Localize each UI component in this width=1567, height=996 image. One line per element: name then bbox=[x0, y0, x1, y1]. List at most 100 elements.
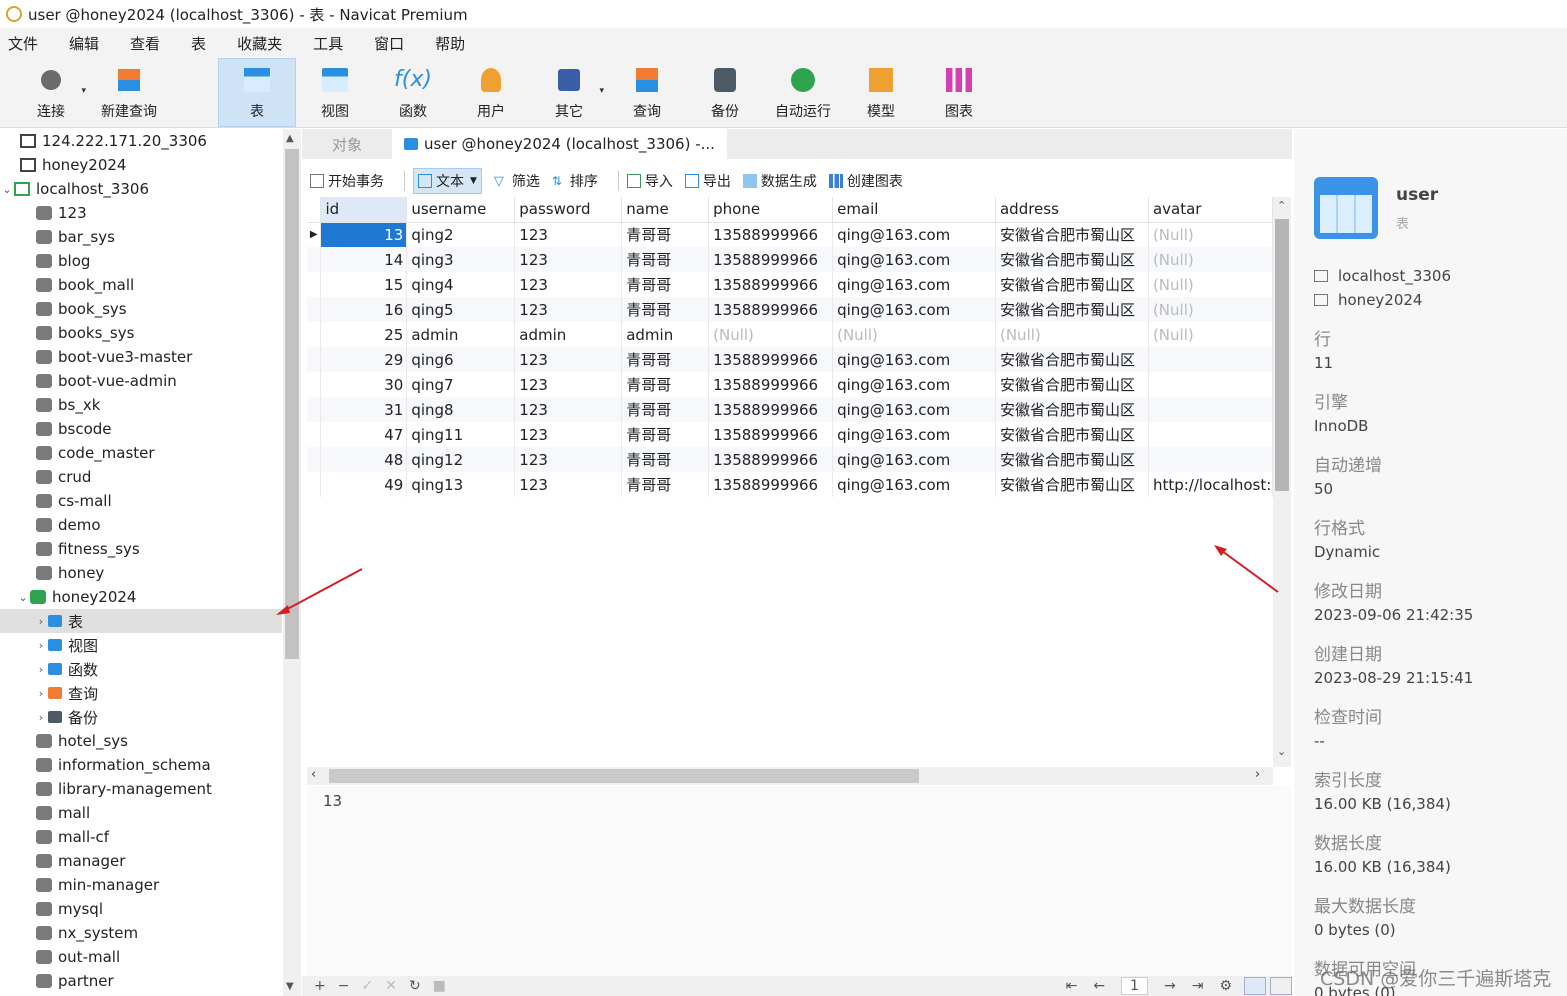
cell-phone[interactable]: 13588999966 bbox=[708, 472, 834, 497]
apply-changes-icon[interactable]: ✓ bbox=[361, 978, 373, 994]
nav-database[interactable]: honey bbox=[0, 561, 282, 585]
nav-database[interactable]: information_schema bbox=[0, 753, 282, 777]
cell-id[interactable]: 25 bbox=[320, 322, 408, 347]
cell-password[interactable]: 123 bbox=[514, 422, 623, 447]
nav-database[interactable]: library-management bbox=[0, 777, 282, 801]
cell-name[interactable]: 青哥哥 bbox=[621, 447, 710, 472]
cell-username[interactable]: qing2 bbox=[406, 222, 516, 247]
column-header-password[interactable]: password bbox=[514, 197, 623, 223]
nav-connection[interactable]: 124.222.171.20_3306 bbox=[0, 129, 282, 153]
nav-connection[interactable]: ⌄ localhost_3306 bbox=[0, 177, 282, 201]
cell-phone[interactable]: 13588999966 bbox=[708, 297, 834, 322]
cell-phone[interactable]: 13588999966 bbox=[708, 222, 834, 247]
nav-database[interactable]: book_sys bbox=[0, 297, 282, 321]
column-header-email[interactable]: email bbox=[832, 197, 996, 223]
cell-password[interactable]: 123 bbox=[514, 372, 623, 397]
sort-button[interactable]: ⇅ 排序 bbox=[552, 171, 598, 191]
nav-database[interactable]: fitness_sys bbox=[0, 537, 282, 561]
next-page-icon[interactable]: → bbox=[1164, 978, 1176, 994]
form-view-icon[interactable] bbox=[1270, 977, 1292, 995]
cell-phone[interactable]: 13588999966 bbox=[708, 447, 834, 472]
cell-email[interactable]: qing@163.com bbox=[832, 347, 996, 372]
cell-username[interactable]: qing8 bbox=[406, 397, 516, 422]
cell-email[interactable]: qing@163.com bbox=[832, 247, 996, 272]
page-number-input[interactable]: 1 bbox=[1121, 977, 1148, 995]
cell-avatar[interactable]: (Null) bbox=[1148, 247, 1273, 272]
column-header-avatar[interactable]: avatar bbox=[1148, 197, 1273, 223]
cell-username[interactable]: qing13 bbox=[406, 472, 516, 497]
cell-password[interactable]: 123 bbox=[514, 297, 623, 322]
cell-id[interactable]: 30 bbox=[320, 372, 408, 397]
cell-name[interactable]: 青哥哥 bbox=[621, 347, 710, 372]
cell-phone[interactable]: 13588999966 bbox=[708, 397, 834, 422]
table-row[interactable]: 47 qing11 123 青哥哥 13588999966 qing@163.com 安徽省… bbox=[307, 422, 1273, 447]
chevron-down-icon[interactable]: ▼ bbox=[470, 176, 477, 186]
column-header-username[interactable]: username bbox=[406, 197, 516, 223]
cell-password[interactable]: 123 bbox=[514, 272, 623, 297]
cell-address[interactable]: 安徽省合肥市蜀山区 bbox=[995, 372, 1149, 397]
cell-value-preview[interactable]: 13 bbox=[307, 786, 1291, 976]
table-row[interactable]: 29 qing6 123 青哥哥 13588999966 qing@163.com 安徽省合… bbox=[307, 347, 1273, 372]
cell-name[interactable]: 青哥哥 bbox=[621, 372, 710, 397]
chevron-down-icon[interactable]: ⌄ bbox=[0, 183, 14, 196]
cell-avatar[interactable]: http://localhost: bbox=[1148, 472, 1273, 497]
text-view-button[interactable]: 文本 ▼ bbox=[413, 168, 482, 194]
cell-name[interactable]: admin bbox=[621, 322, 710, 347]
nav-object-group[interactable]: › 函数 bbox=[0, 657, 282, 681]
table-row[interactable]: 14 qing3 123 青哥哥 13588999966 qing@163.com 安徽省合… bbox=[307, 247, 1273, 272]
nav-database[interactable]: bscode bbox=[0, 417, 282, 441]
cell-email[interactable]: qing@163.com bbox=[832, 272, 996, 297]
cell-password[interactable]: 123 bbox=[514, 447, 623, 472]
cell-password[interactable]: 123 bbox=[514, 222, 623, 247]
create-chart-button[interactable]: 创建图表 bbox=[828, 171, 903, 191]
cell-email[interactable]: qing@163.com bbox=[832, 397, 996, 422]
import-button[interactable]: 导入 bbox=[626, 171, 673, 191]
cell-name[interactable]: 青哥哥 bbox=[621, 397, 710, 422]
cell-email[interactable]: qing@163.com bbox=[832, 222, 996, 247]
stop-icon[interactable]: ■ bbox=[433, 978, 446, 994]
cell-email[interactable]: qing@163.com bbox=[832, 422, 996, 447]
nav-database[interactable]: boot-vue-admin bbox=[0, 369, 282, 393]
cell-address[interactable]: 安徽省合肥市蜀山区 bbox=[995, 222, 1149, 247]
nav-database[interactable]: crud bbox=[0, 465, 282, 489]
column-header-address[interactable]: address bbox=[995, 197, 1149, 223]
cell-username[interactable]: qing12 bbox=[406, 447, 516, 472]
cell-id[interactable]: 49 bbox=[320, 472, 408, 497]
toolbar-button-plug[interactable]: 连接 ▾ bbox=[12, 58, 90, 127]
grid-hscroll-thumb[interactable] bbox=[329, 769, 919, 783]
cell-username[interactable]: qing3 bbox=[406, 247, 516, 272]
toolbar-button-chart[interactable]: 图表 bbox=[920, 58, 998, 127]
cell-address[interactable]: 安徽省合肥市蜀山区 bbox=[995, 272, 1149, 297]
nav-database[interactable]: 123 bbox=[0, 201, 282, 225]
nav-database[interactable]: mall bbox=[0, 801, 282, 825]
cell-name[interactable]: 青哥哥 bbox=[621, 222, 710, 247]
cell-address[interactable]: 安徽省合肥市蜀山区 bbox=[995, 447, 1149, 472]
cell-phone[interactable]: 13588999966 bbox=[708, 422, 834, 447]
cell-name[interactable]: 青哥哥 bbox=[621, 422, 710, 447]
scroll-up-icon[interactable]: ▲ bbox=[286, 133, 294, 144]
cell-phone[interactable]: 13588999966 bbox=[708, 272, 834, 297]
toolbar-button-backup[interactable]: 备份 bbox=[686, 58, 764, 127]
nav-database[interactable]: demo bbox=[0, 513, 282, 537]
cell-id[interactable]: 15 bbox=[320, 272, 408, 297]
grid-view-icon[interactable] bbox=[1244, 977, 1266, 995]
column-header-name[interactable]: name bbox=[621, 197, 710, 223]
toolbar-button-tools[interactable]: 其它 ▾ bbox=[530, 58, 608, 127]
cell-avatar[interactable] bbox=[1148, 447, 1273, 472]
scroll-left-icon[interactable]: ‹ bbox=[311, 767, 316, 782]
toolbar-button-new-query[interactable]: 新建查询 bbox=[90, 58, 168, 127]
chevron-right-icon[interactable]: › bbox=[34, 687, 48, 700]
grid-vertical-scrollbar[interactable]: ⌃ ⌄ bbox=[1273, 197, 1291, 767]
grid-horizontal-scrollbar[interactable]: ‹ › bbox=[307, 767, 1273, 785]
column-header-id[interactable]: id bbox=[320, 197, 408, 223]
nav-database[interactable]: boot-vue3-master bbox=[0, 345, 282, 369]
cell-email[interactable]: qing@163.com bbox=[832, 472, 996, 497]
page-settings-icon[interactable]: ⚙ bbox=[1219, 978, 1232, 994]
nav-database[interactable]: partner bbox=[0, 969, 282, 993]
cell-address[interactable]: 安徽省合肥市蜀山区 bbox=[995, 472, 1149, 497]
toolbar-button-user[interactable]: 用户 bbox=[452, 58, 530, 127]
nav-database[interactable]: manager bbox=[0, 849, 282, 873]
toolbar-button-query[interactable]: 查询 bbox=[608, 58, 686, 127]
cell-username[interactable]: qing11 bbox=[406, 422, 516, 447]
chevron-right-icon[interactable]: › bbox=[34, 615, 48, 628]
